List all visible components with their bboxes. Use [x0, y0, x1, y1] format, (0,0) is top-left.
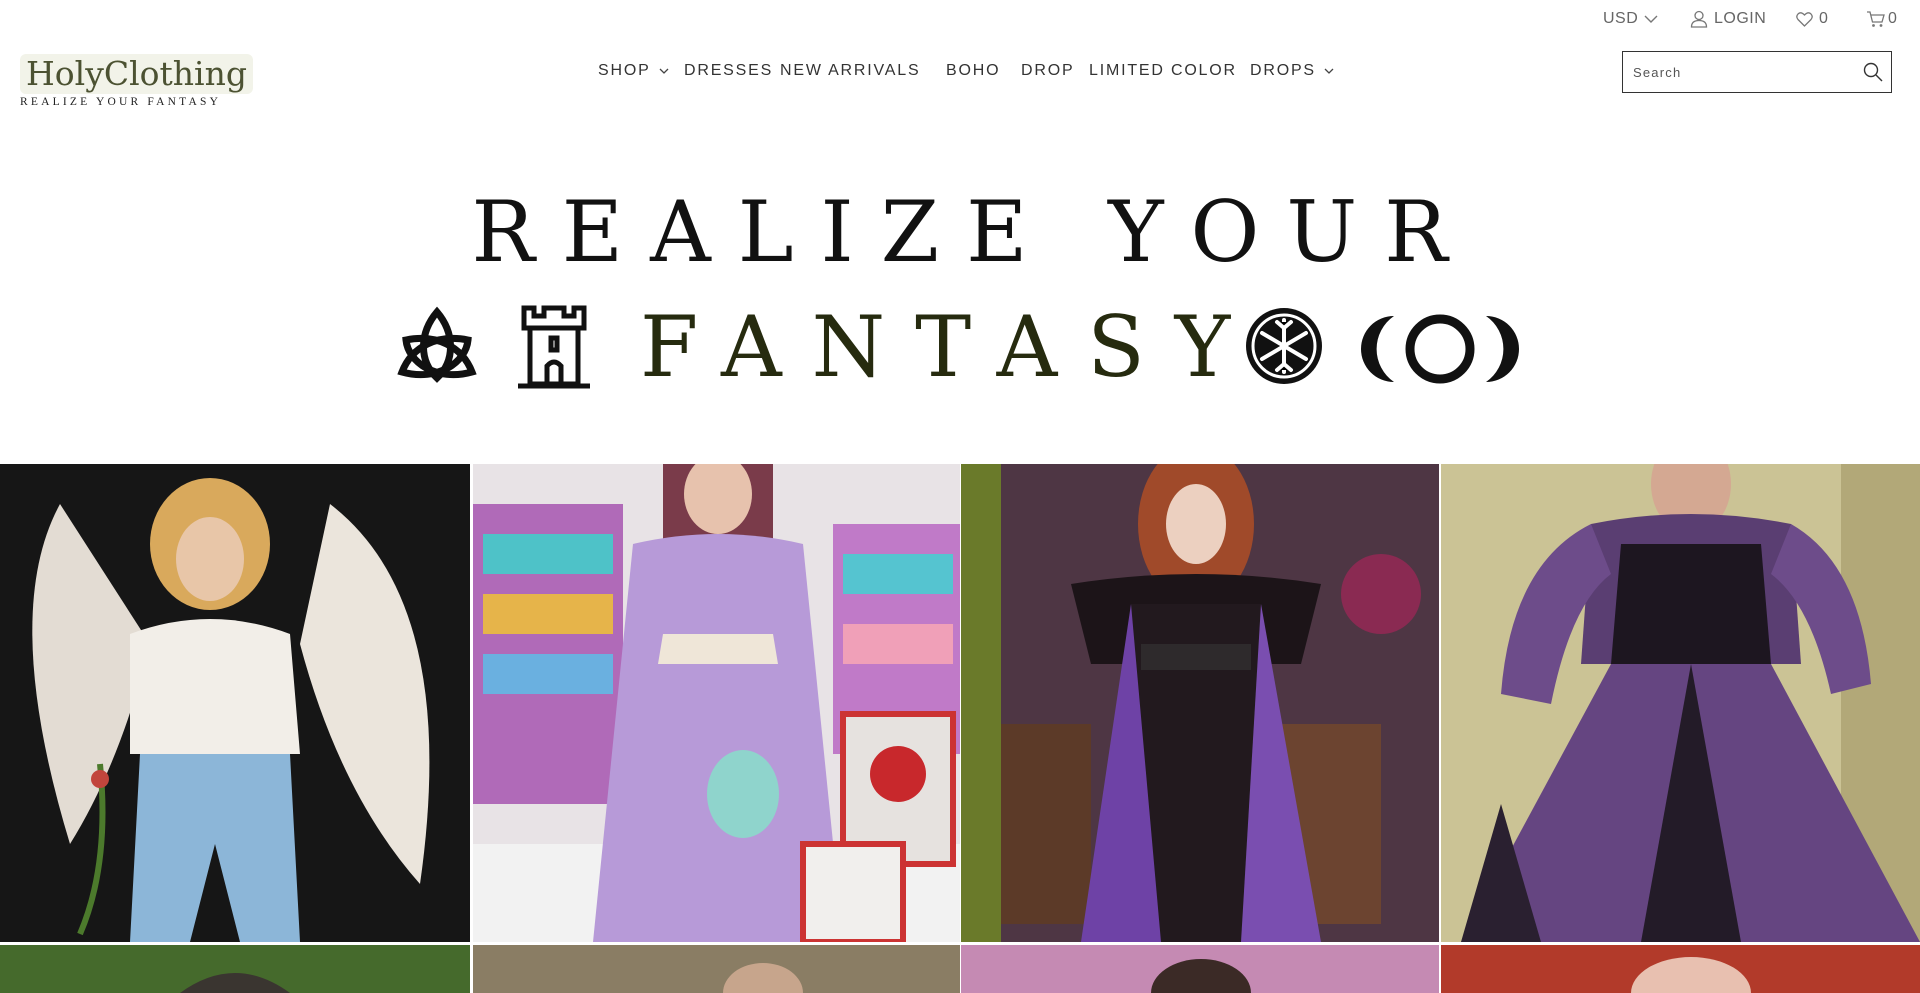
- gallery-photo-7[interactable]: [961, 945, 1439, 993]
- nav-item-boho[interactable]: BOHO: [946, 62, 1000, 80]
- gallery-photo-2[interactable]: [473, 464, 960, 942]
- gallery-photo-3[interactable]: [961, 464, 1439, 942]
- nav-label: SHOP: [598, 62, 651, 79]
- currency-label: USD: [1603, 10, 1639, 27]
- user-icon: [1690, 10, 1708, 28]
- gallery-photo-4[interactable]: [1441, 464, 1920, 942]
- chevron-down-icon: [1324, 62, 1334, 80]
- nav-item-shop[interactable]: SHOP: [598, 62, 669, 80]
- photo-indoor-glasses: [473, 945, 960, 993]
- cart-link[interactable]: 0: [1866, 10, 1897, 28]
- nav-item-new-arrivals[interactable]: NEW ARRIVALS: [780, 62, 920, 80]
- logo-wordmark: HolyClothing: [20, 54, 253, 94]
- search-icon[interactable]: [1855, 52, 1891, 92]
- login-link[interactable]: LOGIN: [1690, 10, 1766, 28]
- logo-tagline: REALIZE YOUR FANTASY: [20, 96, 222, 108]
- hero-heading-line1: REALIZE YOUR: [471, 183, 1475, 281]
- site-logo[interactable]: HolyClothing REALIZE YOUR FANTASY: [20, 54, 253, 114]
- customer-photo-gallery: [0, 464, 1920, 993]
- heart-icon: [1796, 11, 1813, 27]
- photo-pink-floral: [961, 945, 1439, 993]
- search-input[interactable]: [1623, 52, 1855, 92]
- photo-garden-hat: [0, 945, 470, 993]
- nav-label: DROPS: [1250, 62, 1316, 79]
- photo-white-winged-blouse-blue-pants: [0, 464, 470, 942]
- cart-icon: [1866, 10, 1886, 28]
- nav-label: LIMITED COLOR: [1089, 62, 1237, 79]
- nav-item-limited-color[interactable]: LIMITED COLOR: [1089, 62, 1237, 80]
- photo-lavender-dress-toy-store: [473, 464, 960, 942]
- photo-purple-peasant-dress: [1441, 464, 1920, 942]
- snowflake-rune-icon: [1242, 304, 1326, 393]
- cart-count: 0: [1888, 10, 1898, 27]
- hero-heading-line2: FANTASY: [0, 298, 1920, 396]
- triquetra-icon: [394, 306, 480, 391]
- search-box: [1622, 51, 1892, 93]
- gallery-photo-8[interactable]: [1441, 945, 1920, 993]
- hero-word-fantasy: FANTASY: [640, 298, 1261, 396]
- nav-item-drop[interactable]: DROP: [1021, 62, 1074, 80]
- wishlist-link[interactable]: 0: [1796, 10, 1828, 28]
- gallery-photo-6[interactable]: [473, 945, 960, 993]
- gallery-photo-1[interactable]: [0, 464, 470, 942]
- login-label: LOGIN: [1714, 10, 1767, 27]
- chevron-down-icon: [1644, 15, 1658, 24]
- nav-label: DRESSES: [684, 62, 774, 79]
- nav-item-dresses[interactable]: DRESSES: [684, 62, 773, 80]
- nav-item-drops[interactable]: DROPS: [1250, 62, 1334, 80]
- castle-tower-icon: [514, 304, 594, 395]
- photo-purple-black-velvet-gown: [961, 464, 1439, 942]
- wishlist-count: 0: [1819, 10, 1829, 27]
- photo-red-portrait: [1441, 945, 1920, 993]
- nav-label: BOHO: [946, 62, 1001, 79]
- gallery-photo-5[interactable]: [0, 945, 470, 993]
- nav-label: DROP: [1021, 62, 1075, 79]
- nav-label: NEW ARRIVALS: [780, 62, 921, 79]
- currency-selector[interactable]: USD: [1603, 10, 1658, 28]
- chevron-down-icon: [659, 62, 669, 80]
- triple-moon-icon: [1360, 312, 1520, 391]
